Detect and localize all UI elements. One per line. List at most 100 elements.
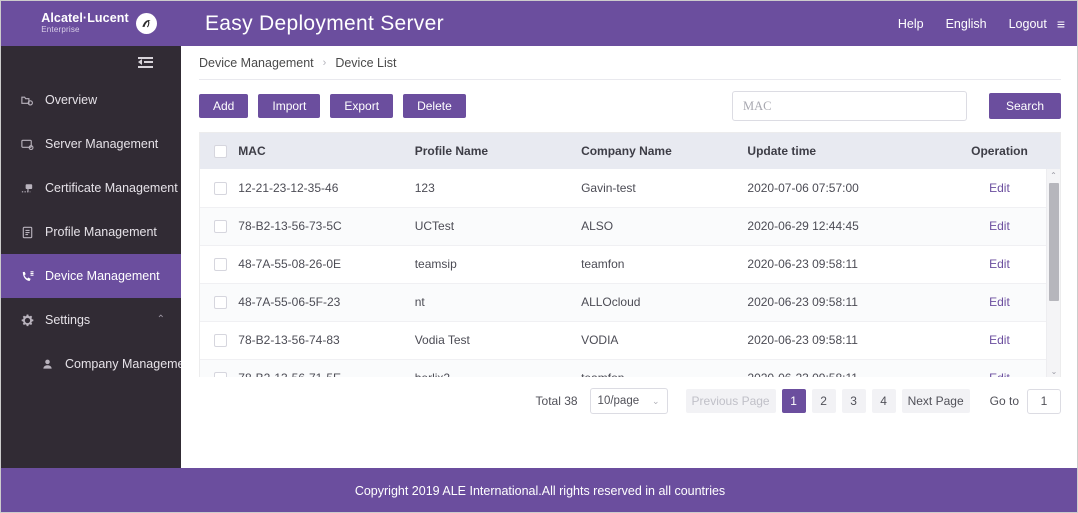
page-button-3[interactable]: 3 [841,389,866,413]
search-area: Search [731,91,1061,121]
column-header-company-name[interactable]: Company Name [581,133,748,169]
table-row[interactable]: 48-7A-55-08-26-0E teamsip teamfon 2020-0… [200,245,1060,284]
row-checkbox[interactable] [214,258,227,272]
help-link[interactable]: Help [898,17,924,31]
row-select-cell [200,359,239,377]
search-button[interactable]: Search [988,93,1061,119]
server-monitor-icon [19,136,36,153]
sidebar-item-server-management[interactable]: Server Management [1,122,181,166]
table-scrollbar[interactable]: ⌃ ⌄ [1046,169,1060,377]
row-checkbox[interactable] [214,220,227,234]
brand-logo[interactable]: Alcatel·Lucent Enterprise [1,1,181,46]
table-row[interactable]: 78-B2-13-56-74-83 Vodia Test VODIA 2020-… [200,321,1060,360]
table-toolbar: Add Import Export Delete Search [199,80,1061,132]
pagination: Total 38 10/page ⌄ Previous Page 1 2 3 4… [199,377,1061,425]
edit-link[interactable]: Edit [989,181,1010,195]
certificate-icon [19,180,36,197]
previous-page-button[interactable]: Previous Page [685,389,776,413]
easy-deployment-server-app: Alcatel·Lucent Enterprise Easy Deploymen… [0,0,1078,513]
sidebar-item-profile-management[interactable]: Profile Management [1,210,181,254]
chevron-up-icon[interactable]: ⌃ [157,315,165,325]
edit-link[interactable]: Edit [989,257,1010,271]
scroll-down-arrow-icon[interactable]: ⌄ [1047,365,1060,377]
export-button[interactable]: Export [330,94,394,118]
select-all-checkbox[interactable] [214,145,227,159]
row-checkbox[interactable] [214,372,227,377]
device-phone-icon [19,268,36,285]
breadcrumb: Device Management › Device List [199,46,1061,80]
search-input[interactable] [731,91,967,121]
cell-mac: 78-B2-13-56-71-5E [238,359,415,377]
cell-update-time: 2020-06-23 09:58:11 [747,359,939,377]
table-row[interactable]: 78-B2-13-56-71-5E berlix2 teamfon 2020-0… [200,359,1060,377]
row-checkbox[interactable] [214,181,227,195]
table-row[interactable]: 12-21-23-12-35-46 123 Gavin-test 2020-07… [200,169,1060,208]
sidebar-item-device-management[interactable]: Device Management [1,254,181,298]
edit-link[interactable]: Edit [989,333,1010,347]
scrollbar-thumb[interactable] [1049,183,1059,301]
top-header-bar: Alcatel·Lucent Enterprise Easy Deploymen… [1,1,1077,46]
sidebar-collapse-button[interactable] [1,46,181,78]
language-link[interactable]: English [946,17,987,31]
chevron-down-icon: ⌄ [652,395,660,406]
table-body: 12-21-23-12-35-46 123 Gavin-test 2020-07… [200,169,1060,377]
scroll-up-arrow-icon[interactable]: ⌃ [1047,169,1060,182]
cell-profile-name: berlix2 [414,359,582,377]
table-row[interactable]: 48-7A-55-06-5F-23 nt ALLOcloud 2020-06-2… [200,283,1060,322]
sidebar-item-label: Overview [45,93,98,107]
row-select-cell [200,283,239,322]
total-count-label: Total 38 [535,394,578,408]
cell-operation: Edit [938,359,1060,377]
page-button-2[interactable]: 2 [811,389,836,413]
sidebar-item-label: Profile Management [45,225,157,239]
select-all-header [200,133,239,169]
sidebar-collapse-icon [138,56,153,68]
next-page-button[interactable]: Next Page [901,389,970,413]
goto-label: Go to [989,394,1019,408]
cell-operation: Edit [938,245,1060,284]
page-button-1[interactable]: 1 [781,389,806,413]
device-table-element: MAC Profile Name Company Name Update tim… [200,133,1060,377]
column-header-update-time[interactable]: Update time [747,133,939,169]
goto-page-input[interactable] [1027,388,1061,414]
sidebar-item-settings[interactable]: Settings ⌃ [1,298,181,342]
delete-button[interactable]: Delete [403,94,466,118]
ale-circle-logo-icon [135,13,157,34]
header-menu-icon[interactable]: ≡ [1057,16,1065,32]
cell-update-time: 2020-06-29 12:44:45 [747,207,939,246]
row-checkbox[interactable] [214,334,227,348]
table-header-row: MAC Profile Name Company Name Update tim… [200,133,1060,169]
sidebar-item-overview[interactable]: Overview [1,78,181,122]
cell-update-time: 2020-06-23 09:58:11 [747,245,939,284]
import-button[interactable]: Import [258,94,321,118]
edit-link[interactable]: Edit [989,371,1010,377]
sidebar-item-certificate-management[interactable]: Certificate Management [1,166,181,210]
page-button-4[interactable]: 4 [871,389,896,413]
page-title: Easy Deployment Server [205,11,444,35]
page-size-value: 10/page [597,395,640,407]
cell-profile-name: UCTest [414,207,582,246]
breadcrumb-parent[interactable]: Device Management [199,56,314,70]
sidebar-item-label: Device Management [45,269,160,283]
page-size-select[interactable]: 10/page ⌄ [589,388,668,414]
company-person-icon [39,356,56,373]
footer: Copyright 2019 ALE International.All rig… [1,468,1077,512]
edit-link[interactable]: Edit [989,219,1010,233]
row-checkbox[interactable] [214,296,227,310]
brand-logo-text: Alcatel·Lucent Enterprise [41,12,129,35]
cell-company-name: Gavin-test [581,169,748,208]
breadcrumb-current: Device List [335,55,397,70]
sidebar-item-company-management[interactable]: Company Management [1,342,195,386]
row-select-cell [200,321,239,360]
cell-update-time: 2020-06-23 09:58:11 [747,321,939,360]
cell-company-name: ALLOcloud [581,283,748,322]
column-header-mac[interactable]: MAC [238,133,415,169]
edit-link[interactable]: Edit [989,295,1010,309]
add-button[interactable]: Add [199,94,249,118]
header-actions: Help English Logout ≡ [898,16,1077,32]
column-header-profile-name[interactable]: Profile Name [414,133,582,169]
table-row[interactable]: 78-B2-13-56-73-5C UCTest ALSO 2020-06-29… [200,207,1060,246]
logout-link[interactable]: Logout [1009,17,1047,31]
sidebar-item-label: Company Management [65,357,195,371]
sidebar-item-label: Server Management [45,137,159,151]
